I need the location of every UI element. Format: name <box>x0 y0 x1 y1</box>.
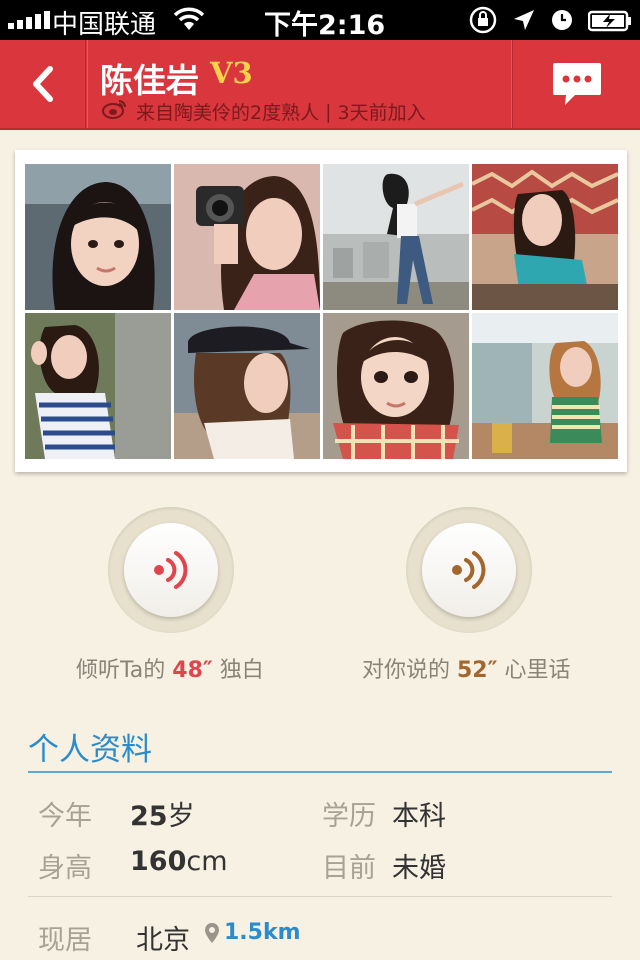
education-label: 学历 <box>322 801 376 832</box>
photo-gallery <box>15 150 627 472</box>
heart-words-button[interactable] <box>406 507 532 633</box>
clock-time: 下午2:16 <box>264 10 386 41</box>
signal-icon <box>8 11 50 29</box>
photo-thumbnail[interactable] <box>472 164 618 310</box>
wifi-icon <box>172 6 206 39</box>
section-divider <box>28 771 612 773</box>
map-pin-icon <box>205 922 219 943</box>
location-label: 现居 <box>38 925 92 956</box>
chat-bubble-icon <box>552 63 601 105</box>
rotation-lock-icon <box>468 6 498 41</box>
photo-thumbnail[interactable] <box>323 164 469 310</box>
distance-value: 1.5km <box>224 920 301 945</box>
mutual-friend-text: 来自陶美伶的2度熟人 <box>136 102 320 124</box>
distance-info: 1.5km <box>204 920 301 945</box>
age-value: 25岁 <box>130 801 195 832</box>
listen-duration: 48″ <box>172 658 213 683</box>
listen-label: 倾听Ta的 48″ 独白 <box>76 658 264 683</box>
battery-icon <box>587 9 632 39</box>
alarm-icon <box>550 8 574 39</box>
divider: | <box>325 100 332 123</box>
carrier-name: 中国联通 <box>52 10 157 40</box>
heart-words-label: 对你说的 52″ 心里话 <box>362 658 571 683</box>
vip-level-badge: V3 <box>210 56 253 90</box>
chevron-left-icon <box>32 66 53 102</box>
photo-thumbnail[interactable] <box>323 313 469 459</box>
photo-thumbnail[interactable] <box>174 313 320 459</box>
row-divider <box>28 896 612 897</box>
photo-thumbnail[interactable] <box>472 313 618 459</box>
sound-wave-icon <box>154 551 188 589</box>
heart-words-duration: 52″ <box>457 658 498 683</box>
location-value: 北京 <box>136 925 190 956</box>
profile-header: 陈佳岩 V3 来自陶美伶的2度熟人 | 3天前加入 <box>0 40 640 130</box>
height-value: 160cm <box>130 846 228 877</box>
photo-thumbnail[interactable] <box>25 313 171 459</box>
section-title: 个人资料 <box>28 732 152 768</box>
marital-status-label: 目前 <box>322 853 376 884</box>
height-label: 身高 <box>38 853 92 884</box>
listen-monologue-button[interactable] <box>108 507 234 633</box>
status-bar: 中国联通 下午2:16 <box>0 0 640 41</box>
photo-thumbnail[interactable] <box>25 164 171 310</box>
marital-status-value: 未婚 <box>392 853 446 884</box>
sound-wave-icon <box>452 551 486 589</box>
age-label: 今年 <box>38 801 92 832</box>
weibo-icon <box>102 98 128 125</box>
back-button[interactable] <box>0 40 86 128</box>
message-button[interactable] <box>511 40 640 128</box>
education-value: 本科 <box>392 801 446 832</box>
location-arrow-icon <box>512 8 536 39</box>
joined-time: 3天前加入 <box>337 102 426 124</box>
user-name: 陈佳岩 <box>100 61 199 100</box>
connection-info: 来自陶美伶的2度熟人 | 3天前加入 <box>102 98 426 125</box>
photo-thumbnail[interactable] <box>174 164 320 310</box>
